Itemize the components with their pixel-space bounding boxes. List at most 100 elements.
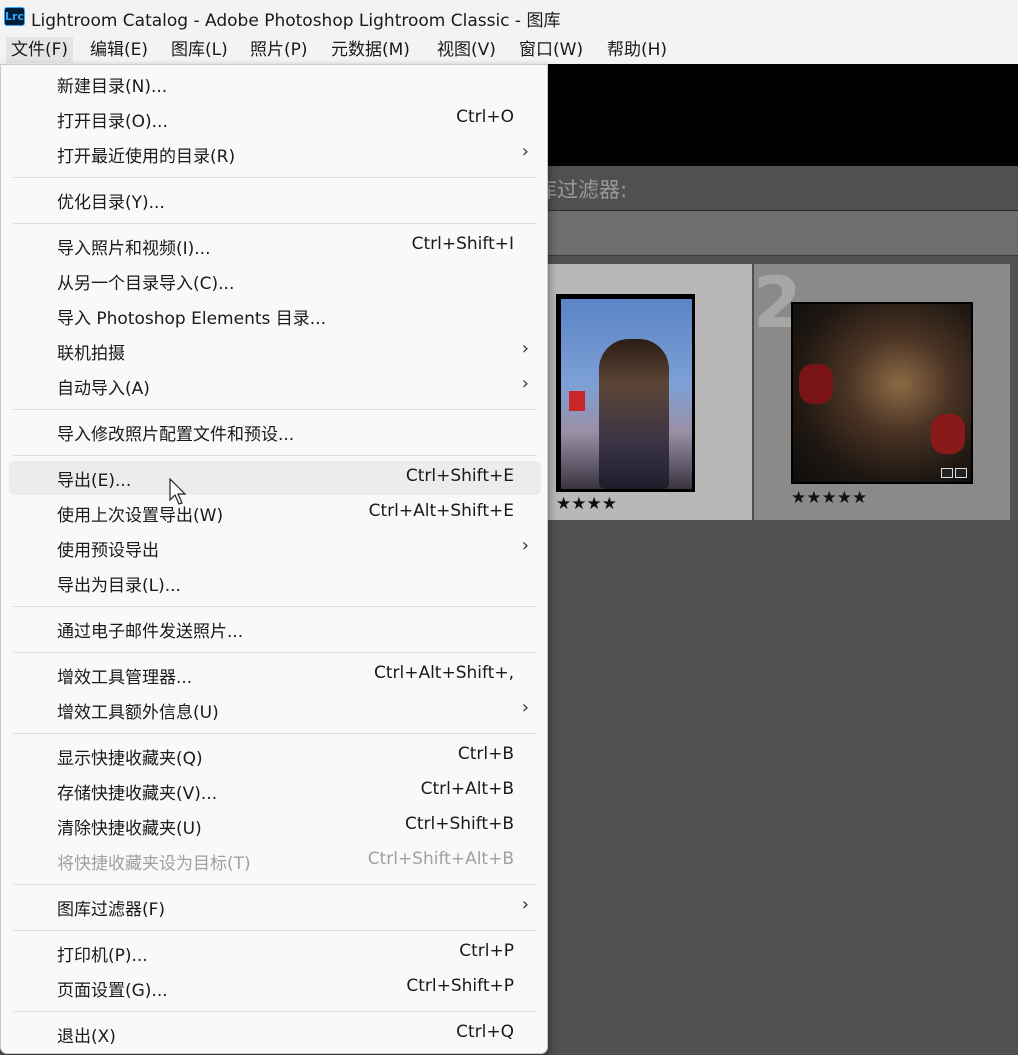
rating-stars-2[interactable]: ★★★★★ [791,488,867,508]
menu-separator [13,652,537,653]
menu-item-label: 通过电子邮件发送照片... [57,622,244,642]
menu-separator [13,930,537,931]
menu-item-import-elements[interactable]: 导入 Photoshop Elements 目录... [9,299,541,333]
menu-item-optimize-catalog[interactable]: 优化目录(Y)... [9,183,541,217]
menu-item-shortcut: Ctrl+P [459,941,514,961]
menu-item-shortcut: Ctrl+Alt+Shift+, [373,663,514,683]
menu-item-label: 图库过滤器(F) [57,900,166,920]
menu-item-label: 将快捷收藏夹设为目标(T) [57,854,251,874]
menu-help[interactable]: 帮助(H) [607,37,667,63]
menu-metadata[interactable]: 元数据(M) [331,37,410,63]
menu-item-printer[interactable]: 打印机(P)... Ctrl+P [9,936,541,970]
menu-item-shortcut: Ctrl+Alt+B [420,779,514,799]
menu-separator [13,884,537,885]
menu-item-export[interactable]: 导出(E)... Ctrl+Shift+E [9,461,541,495]
menu-item-email-photos[interactable]: 通过电子邮件发送照片... [9,612,541,646]
menu-photo[interactable]: 照片(P) [250,37,308,63]
menu-separator [13,606,537,607]
chevron-right-icon: › [521,373,529,394]
menu-item-label: 显示快捷收藏夹(Q) [57,749,203,769]
mouse-pointer-icon [169,478,187,505]
menu-item-label: 打开最近使用的目录(R) [57,147,236,167]
menu-item-label: 打印机(P)... [57,946,148,966]
menu-separator [13,733,537,734]
menu-edit[interactable]: 编辑(E) [90,37,148,63]
menu-view[interactable]: 视图(V) [437,37,496,63]
window-title: Lightroom Catalog - Adobe Photoshop Ligh… [31,11,561,31]
menu-item-open-recent[interactable]: 打开最近使用的目录(R) › [9,137,541,171]
menu-item-shortcut: Ctrl+B [457,744,514,764]
menu-item-shortcut: Ctrl+Shift+P [406,976,514,996]
menu-library[interactable]: 图库(L) [171,37,228,63]
menu-item-label: 存储快捷收藏夹(V)... [57,784,218,804]
thumbnail-1[interactable] [556,294,695,492]
menu-item-shortcut: Ctrl+Shift+E [405,466,514,486]
chevron-right-icon: › [521,894,529,915]
edit-badge-icon[interactable] [955,468,967,478]
menu-item-label: 从另一个目录导入(C)... [57,274,235,294]
flag-shape [569,391,585,411]
menu-item-label: 增效工具管理器... [57,668,193,688]
menu-item-label: 导入修改照片配置文件和预设... [57,425,295,445]
menu-item-clear-quick-collection[interactable]: 清除快捷收藏夹(U) Ctrl+Shift+B [9,809,541,843]
menu-item-tethered-capture[interactable]: 联机拍摄 › [9,334,541,368]
menu-item-label: 自动导入(A) [57,379,150,399]
menu-item-label: 导出(E)... [57,471,132,491]
thumbnail-image [793,304,971,482]
chevron-right-icon: › [521,697,529,718]
library-filter-options [548,211,1018,256]
menu-item-import-from-catalog[interactable]: 从另一个目录导入(C)... [9,264,541,298]
menu-item-export-previous[interactable]: 使用上次设置导出(W) Ctrl+Alt+Shift+E [9,496,541,530]
library-filter-label: 库过滤器: [536,178,628,202]
menu-item-save-quick-collection[interactable]: 存储快捷收藏夹(V)... Ctrl+Alt+B [9,774,541,808]
menu-item-label: 退出(X) [57,1027,116,1047]
menu-item-auto-import[interactable]: 自动导入(A) › [9,369,541,403]
menu-separator [13,177,537,178]
menu-bar: 文件(F) 编辑(E) 图库(L) 照片(P) 元数据(M) 视图(V) 窗口(… [0,34,1018,64]
menu-item-shortcut: Ctrl+Shift+I [411,234,514,254]
title-bar: Lrc Lightroom Catalog - Adobe Photoshop … [0,0,1018,34]
chevron-right-icon: › [521,338,529,359]
menu-item-library-filters[interactable]: 图库过滤器(F) › [9,890,541,924]
menu-item-shortcut: Ctrl+Shift+B [404,814,514,834]
menu-item-shortcut: Ctrl+Alt+Shift+E [368,501,514,521]
chair-shape [931,414,965,454]
menu-item-label: 打开目录(O)... [57,112,168,132]
chair-shape [799,364,833,404]
menu-item-plugin-extras[interactable]: 增效工具额外信息(U) › [9,693,541,727]
thumbnail-2[interactable] [791,302,973,484]
menu-item-label: 导入 Photoshop Elements 目录... [57,309,326,329]
menu-item-label: 使用上次设置导出(W) [57,506,224,526]
menu-item-open-catalog[interactable]: 打开目录(O)... Ctrl+O [9,102,541,136]
chevron-right-icon: › [521,535,529,556]
menu-item-shortcut: Ctrl+Q [456,1022,514,1042]
menu-item-import-profiles[interactable]: 导入修改照片配置文件和预设... [9,415,541,449]
menu-item-label: 导出为目录(L)... [57,576,181,596]
library-filter-bar: 库过滤器: [536,166,1018,211]
menu-item-label: 导入照片和视频(I)... [57,239,211,259]
thumbnail-image [561,299,692,489]
lightroom-app-icon: Lrc [4,7,25,26]
menu-item-set-quick-collection-target: 将快捷收藏夹设为目标(T) Ctrl+Shift+Alt+B [9,844,541,878]
menu-item-export-preset[interactable]: 使用预设导出 › [9,531,541,565]
menu-item-show-quick-collection[interactable]: 显示快捷收藏夹(Q) Ctrl+B [9,739,541,773]
menu-item-label: 页面设置(G)... [57,981,168,1001]
menu-item-new-catalog[interactable]: 新建目录(N)... [9,67,541,101]
menu-item-label: 新建目录(N)... [57,77,168,97]
menu-file[interactable]: 文件(F) [6,37,74,63]
menu-item-import-photos[interactable]: 导入照片和视频(I)... Ctrl+Shift+I [9,229,541,263]
rating-stars-1[interactable]: ★★★★ [556,494,617,514]
menu-item-shortcut: Ctrl+Shift+Alt+B [367,849,514,869]
menu-item-label: 联机拍摄 [57,344,125,364]
menu-window[interactable]: 窗口(W) [519,37,583,63]
menu-item-exit[interactable]: 退出(X) Ctrl+Q [9,1017,541,1051]
file-menu-dropdown: 新建目录(N)... 打开目录(O)... Ctrl+O 打开最近使用的目录(R… [0,64,548,1054]
portrait-figure [599,339,669,489]
menu-item-plugin-manager[interactable]: 增效工具管理器... Ctrl+Alt+Shift+, [9,658,541,692]
menu-separator [13,1011,537,1012]
menu-item-page-setup[interactable]: 页面设置(G)... Ctrl+Shift+P [9,971,541,1005]
menu-item-label: 增效工具额外信息(U) [57,703,219,723]
menu-item-export-catalog[interactable]: 导出为目录(L)... [9,566,541,600]
menu-separator [13,455,537,456]
crop-badge-icon[interactable] [941,468,953,478]
